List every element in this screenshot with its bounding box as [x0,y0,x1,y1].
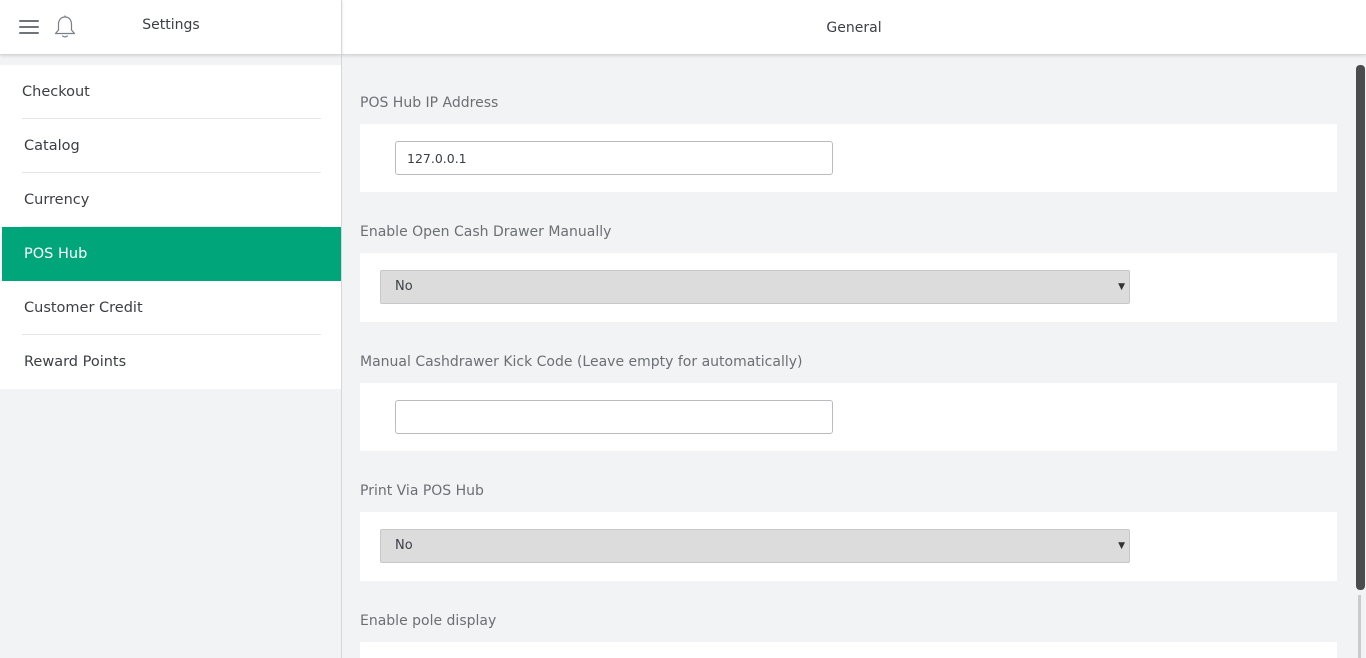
print-via-pos-hub-value: No [395,538,413,553]
kick-code-label: Manual Cashdrawer Kick Code (Leave empty… [360,354,803,370]
pos-hub-ip-box [360,124,1337,192]
dropdown-arrow-icon: ▼ [1118,541,1125,551]
settings-header: Settings [0,0,342,55]
open-cash-drawer-label: Enable Open Cash Drawer Manually [360,224,612,240]
sidebar-item-checkout[interactable]: Checkout [0,65,341,119]
scrollbar-track [1358,595,1361,658]
pos-hub-ip-input[interactable] [395,141,833,175]
settings-content: POS Hub IP Address Enable Open Cash Draw… [342,55,1366,658]
scrollbar-thumb[interactable] [1356,65,1365,590]
kick-code-input[interactable] [395,400,833,434]
sidebar-item-reward-points[interactable]: Reward Points [0,335,341,389]
section-title: General [826,20,882,36]
content-header: General [342,0,1366,55]
open-cash-drawer-value: No [395,279,413,294]
pole-display-label: Enable pole display [360,613,497,629]
print-via-pos-hub-box: No ▼ [360,512,1337,581]
pole-display-box [360,642,1337,658]
sidebar-item-customer-credit[interactable]: Customer Credit [0,281,341,335]
open-cash-drawer-select[interactable]: No ▼ [380,270,1130,304]
print-via-pos-hub-select[interactable]: No ▼ [380,529,1130,563]
sidebar-item-catalog[interactable]: Catalog [0,119,341,173]
sidebar-nav: Checkout Catalog Currency POS Hub Custom… [0,65,341,389]
kick-code-box [360,383,1337,451]
pos-hub-ip-label: POS Hub IP Address [360,95,499,111]
sidebar-item-currency[interactable]: Currency [0,173,341,227]
content-scrollbar[interactable] [1354,55,1366,658]
sidebar-item-pos-hub[interactable]: POS Hub [2,227,341,281]
dropdown-arrow-icon: ▼ [1118,282,1125,292]
open-cash-drawer-box: No ▼ [360,253,1337,322]
sidebar: Checkout Catalog Currency POS Hub Custom… [0,55,342,658]
page-title: Settings [142,17,200,33]
print-via-pos-hub-label: Print Via POS Hub [360,483,484,499]
